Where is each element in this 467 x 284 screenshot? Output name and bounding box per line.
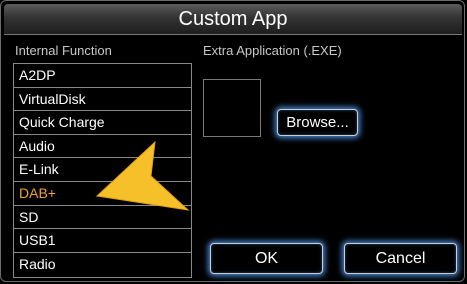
list-item-virtualdisk[interactable]: VirtualDisk <box>14 88 191 112</box>
internal-function-label: Internal Function <box>15 43 112 58</box>
list-item-quick-charge[interactable]: Quick Charge <box>14 111 191 135</box>
browse-button[interactable]: Browse... <box>277 109 358 136</box>
title-bar: Custom App <box>4 4 462 35</box>
app-icon-preview <box>203 79 261 137</box>
ok-button[interactable]: OK <box>210 243 323 274</box>
extra-application-label: Extra Application (.EXE) <box>203 43 342 58</box>
dialog-title: Custom App <box>178 8 288 30</box>
list-item-a2dp[interactable]: A2DP <box>14 64 191 88</box>
list-item-radio[interactable]: Radio <box>14 253 191 277</box>
list-item-usb1[interactable]: USB1 <box>14 229 191 253</box>
cancel-button[interactable]: Cancel <box>344 243 457 274</box>
pointer-arrow-icon <box>95 140 190 211</box>
